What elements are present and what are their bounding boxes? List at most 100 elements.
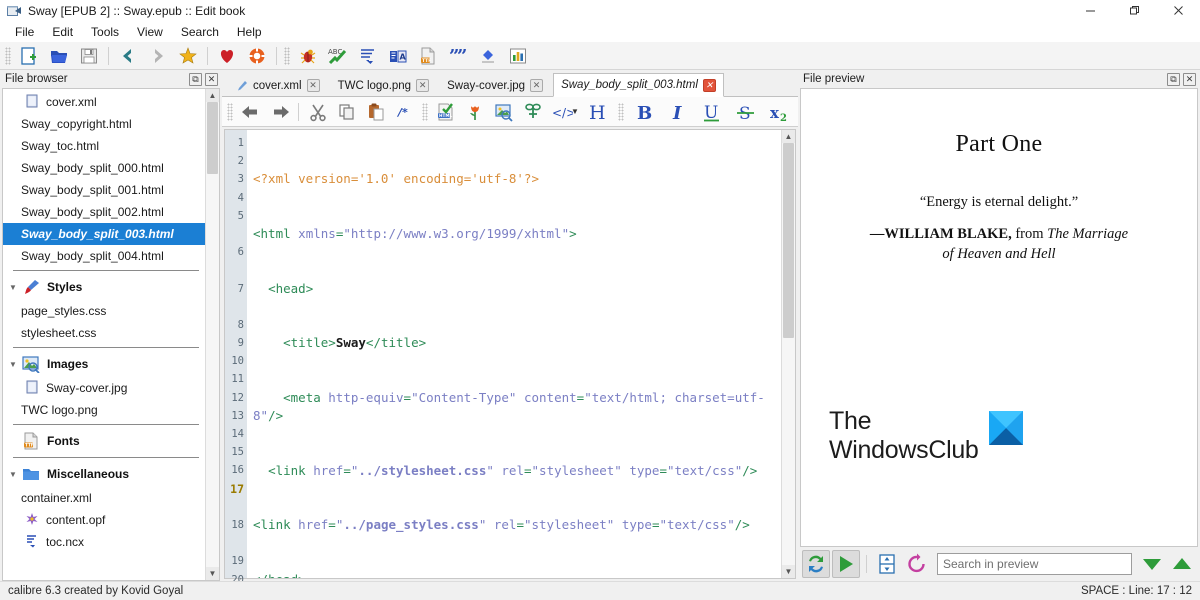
- insert-image-icon[interactable]: [489, 99, 518, 125]
- find-previous-icon[interactable]: [1168, 550, 1196, 578]
- reload-preview-icon[interactable]: [903, 550, 931, 578]
- italic-icon[interactable]: I: [661, 99, 695, 125]
- forward-arrow-icon[interactable]: [143, 43, 173, 69]
- undo-icon[interactable]: [236, 99, 265, 125]
- file-item-content-opf[interactable]: content.opf: [3, 509, 205, 531]
- scroll-down-icon[interactable]: ▼: [782, 565, 795, 578]
- file-item-body-split-003[interactable]: Sway_body_split_003.html: [3, 223, 205, 245]
- quotes-icon[interactable]: ” ”: [443, 43, 473, 69]
- tulip-icon[interactable]: [460, 99, 489, 125]
- file-item-body-split-001[interactable]: Sway_body_split_001.html: [3, 179, 205, 201]
- toc-icon[interactable]: [353, 43, 383, 69]
- file-item-page-styles-css[interactable]: page_styles.css: [3, 300, 205, 322]
- file-item-sway-copyright[interactable]: Sway_copyright.html: [3, 113, 205, 135]
- search-in-preview-input[interactable]: [937, 553, 1132, 575]
- scroll-thumb[interactable]: [783, 143, 794, 338]
- file-item-toc-ncx[interactable]: toc.ncx: [3, 531, 205, 553]
- scroll-track[interactable]: [206, 102, 219, 567]
- tab-close-icon[interactable]: ✕: [416, 79, 430, 92]
- file-item-body-split-004[interactable]: Sway_body_split_004.html: [3, 245, 205, 267]
- file-item-container-xml[interactable]: container.xml: [3, 487, 205, 509]
- chevron-down-icon[interactable]: ▼: [7, 360, 19, 369]
- back-arrow-icon[interactable]: [113, 43, 143, 69]
- tab-sway-cover-jpg[interactable]: Sway-cover.jpg ✕: [439, 74, 552, 96]
- group-miscellaneous[interactable]: ▼ Miscellaneous: [3, 461, 205, 487]
- file-browser-float-button[interactable]: ⧉: [189, 72, 202, 86]
- tab-sway-body-split-003[interactable]: Sway_body_split_003.html ✕: [553, 73, 724, 97]
- menu-tools[interactable]: Tools: [82, 23, 128, 41]
- editor-toolbar-grip-3[interactable]: [617, 102, 624, 121]
- save-icon[interactable]: [74, 43, 104, 69]
- tab-close-icon[interactable]: ✕: [702, 78, 716, 92]
- refresh-preview-icon[interactable]: [802, 550, 830, 578]
- lifebuoy-icon[interactable]: [242, 43, 272, 69]
- cut-icon[interactable]: [303, 99, 332, 125]
- chevron-down-icon[interactable]: ▼: [571, 107, 579, 116]
- group-fonts[interactable]: TTF Fonts: [3, 428, 205, 454]
- file-item-twc-logo-png[interactable]: TWC logo.png: [3, 399, 205, 421]
- open-book-icon[interactable]: [44, 43, 74, 69]
- heart-icon[interactable]: [212, 43, 242, 69]
- code-content[interactable]: <?xml version='1.0' encoding='utf-8'?> <…: [247, 130, 781, 578]
- tab-twc-logo-png[interactable]: TWC logo.png ✕: [329, 74, 438, 96]
- scroll-thumb[interactable]: [207, 102, 218, 174]
- paste-icon[interactable]: [361, 99, 390, 125]
- preview-page[interactable]: Part One “Energy is eternal delight.” —W…: [800, 88, 1198, 547]
- new-file-icon[interactable]: [14, 43, 44, 69]
- file-item-body-split-000[interactable]: Sway_body_split_000.html: [3, 157, 205, 179]
- file-item-cover-xml[interactable]: cover.xml: [3, 91, 205, 113]
- group-images[interactable]: ▼ Images: [3, 351, 205, 377]
- dictionary-icon[interactable]: A: [383, 43, 413, 69]
- menu-view[interactable]: View: [128, 23, 172, 41]
- insert-tag-icon[interactable]: /*: [390, 99, 419, 125]
- file-preview-close-button[interactable]: ✕: [1183, 72, 1196, 86]
- scroll-up-icon[interactable]: ▲: [782, 130, 795, 143]
- subscript-icon[interactable]: x 2: [763, 99, 797, 125]
- scroll-track[interactable]: [782, 143, 795, 565]
- copy-icon[interactable]: [332, 99, 361, 125]
- file-browser-close-button[interactable]: ✕: [205, 72, 218, 86]
- file-item-sway-toc[interactable]: Sway_toc.html: [3, 135, 205, 157]
- split-file-icon[interactable]: [873, 550, 901, 578]
- spellcheck-icon[interactable]: ABC: [323, 43, 353, 69]
- tab-close-icon[interactable]: ✕: [306, 79, 320, 92]
- star-icon[interactable]: [173, 43, 203, 69]
- menu-help[interactable]: Help: [228, 23, 271, 41]
- chevron-down-icon[interactable]: ▼: [7, 283, 19, 292]
- tab-close-icon[interactable]: ✕: [530, 79, 544, 92]
- html-check-icon[interactable]: HTML: [431, 99, 460, 125]
- editor-scrollbar[interactable]: ▲ ▼: [781, 130, 795, 578]
- toolbar-grip[interactable]: [5, 46, 11, 65]
- bug-icon[interactable]: [293, 43, 323, 69]
- font-icon[interactable]: TTF: [413, 43, 443, 69]
- maximize-button[interactable]: [1112, 0, 1156, 22]
- heading-icon[interactable]: H: [581, 99, 615, 125]
- toolbar-grip-2[interactable]: [284, 46, 290, 65]
- scroll-up-icon[interactable]: ▲: [206, 89, 219, 102]
- code-editor[interactable]: 1 2 3 4 5 6 7 8 9 10 11 12 13 14 15 16 1…: [224, 129, 796, 586]
- underline-icon[interactable]: U: [695, 99, 729, 125]
- insert-link-icon[interactable]: [518, 99, 547, 125]
- file-item-stylesheet-css[interactable]: stylesheet.css: [3, 322, 205, 344]
- live-preview-icon[interactable]: [832, 550, 860, 578]
- redo-icon[interactable]: [265, 99, 294, 125]
- minimize-button[interactable]: [1068, 0, 1112, 22]
- scroll-down-icon[interactable]: ▼: [206, 567, 219, 580]
- editor-toolbar-grip[interactable]: [227, 102, 233, 121]
- reports-icon[interactable]: [503, 43, 533, 69]
- chevron-down-icon[interactable]: ▼: [7, 470, 19, 479]
- diamond-icon[interactable]: [473, 43, 503, 69]
- find-next-icon[interactable]: [1138, 550, 1166, 578]
- editor-toolbar-grip-2[interactable]: [422, 102, 428, 121]
- file-preview-float-button[interactable]: ⧉: [1167, 72, 1180, 86]
- strikethrough-icon[interactable]: S: [729, 99, 763, 125]
- menu-search[interactable]: Search: [172, 23, 228, 41]
- file-item-body-split-002[interactable]: Sway_body_split_002.html: [3, 201, 205, 223]
- file-browser-scrollbar[interactable]: ▲ ▼: [205, 89, 219, 580]
- tab-cover-xml[interactable]: cover.xml ✕: [228, 74, 328, 96]
- bold-icon[interactable]: B: [627, 99, 661, 125]
- file-item-sway-cover-jpg[interactable]: Sway-cover.jpg: [3, 377, 205, 399]
- close-button[interactable]: [1156, 0, 1200, 22]
- menu-file[interactable]: File: [6, 23, 43, 41]
- group-styles[interactable]: ▼ Styles: [3, 274, 205, 300]
